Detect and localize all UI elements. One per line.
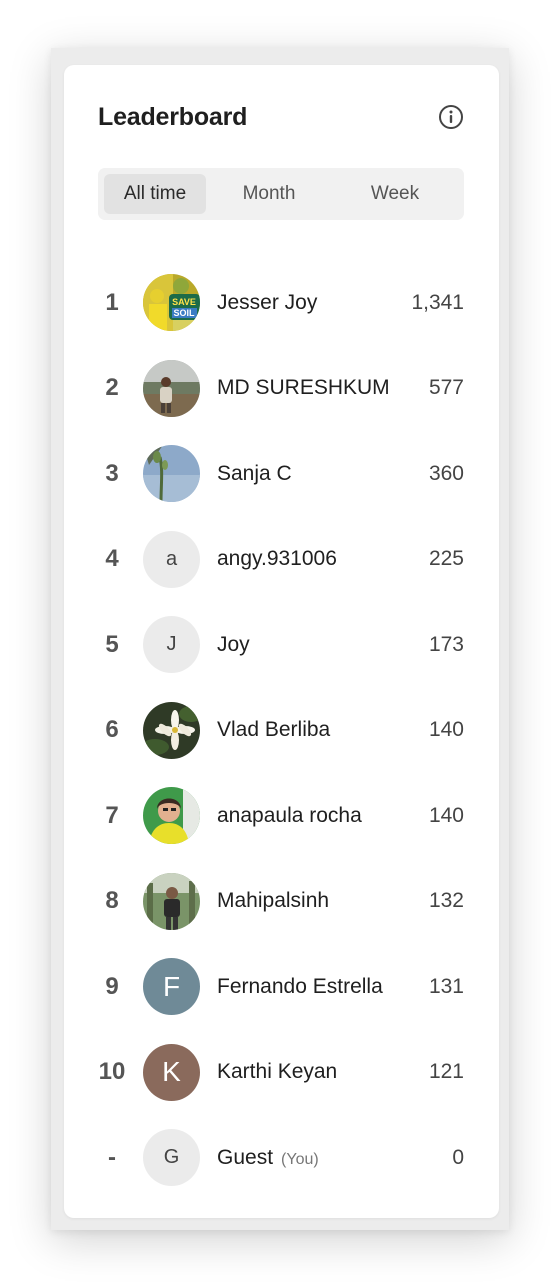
rank-number: 4 [105,545,119,573]
leaderboard-title: Leaderboard [98,102,248,131]
player-name: Joy [217,632,250,656]
tab-month[interactable]: Month [206,174,332,214]
leaderboard-row[interactable]: 8 Mahipalsinh 132 [98,859,464,945]
leaderboard-row[interactable]: 6 Vlad Berliba 140 [98,688,464,774]
rank-number: 9 [105,972,119,1000]
leaderboard-row[interactable]: 4 a angy.931006 225 [98,517,464,603]
avatar [143,872,200,930]
player-score: 0 [452,1145,464,1169]
avatar [143,359,200,417]
time-range-tabs: All time Month Week [98,168,464,220]
player-score: 140 [428,718,464,742]
leaderboard-row[interactable]: 5 J Joy 173 [98,602,464,688]
rank-number: 5 [105,630,119,658]
avatar: K [143,1043,200,1101]
leaderboard-row-current-user[interactable]: - G Guest (You) 0 [98,1115,464,1201]
player-name-wrapper: Guest (You) [217,1146,398,1170]
player-score: 173 [428,632,464,656]
rank-number: 10 [98,1058,126,1086]
rank-number: - [108,1143,116,1171]
tab-all-time[interactable]: All time [104,174,206,214]
leaderboard-row[interactable]: 9 F Fernando Estrella 131 [98,944,464,1030]
player-name: Jesser Joy [217,290,318,314]
rank-number: 2 [105,374,119,402]
player-name: anapaula rocha [217,803,362,827]
leaderboard-row[interactable]: 7 anapaula rocha 140 [98,773,464,859]
avatar [143,445,200,503]
avatar [143,701,200,759]
player-name: MD SURESHKUM [217,376,390,400]
avatar [143,787,200,845]
player-name: Fernando Estrella [217,974,383,998]
player-score: 131 [428,974,464,998]
player-score: 132 [428,889,464,913]
rank-number: 6 [105,716,119,744]
avatar: a [143,530,200,588]
rank-number: 3 [105,459,119,487]
you-label: (You) [281,1150,319,1168]
player-name: angy.931006 [217,547,337,571]
player-name: Sanja C [217,461,292,485]
player-name: Vlad Berliba [217,718,331,742]
avatar: SAVE SOIL [143,274,200,332]
tab-week[interactable]: Week [332,174,458,214]
info-icon [439,105,463,129]
player-score: 360 [428,461,464,485]
player-name: Karthi Keyan [217,1060,338,1084]
svg-text:SAVE: SAVE [172,297,196,307]
player-score: 577 [428,376,464,400]
avatar: G [143,1129,200,1187]
leaderboard-row[interactable]: 3 Sanja C 360 [98,431,464,517]
rank-number: 7 [105,801,119,829]
player-score: 225 [428,547,464,571]
player-score: 140 [428,803,464,827]
avatar: F [143,958,200,1016]
rank-number: 8 [105,887,119,915]
leaderboard-list: 1 SAVE SOIL Jesser Joy 1,341 2 MD SURESH… [98,260,464,1201]
rank-number: 1 [105,288,119,316]
leaderboard-row[interactable]: 2 MD SURESHKUM 577 [98,346,464,432]
leaderboard-row[interactable]: 10 K Karthi Keyan 121 [98,1030,464,1116]
info-button[interactable] [438,104,464,130]
avatar: J [143,616,200,674]
player-score: 1,341 [411,290,464,314]
leaderboard-row[interactable]: 1 SAVE SOIL Jesser Joy 1,341 [98,260,464,346]
player-score: 121 [428,1060,464,1084]
svg-text:SOIL: SOIL [173,308,195,318]
leaderboard-card: Leaderboard All time Month Week 1 SAVE S… [64,65,499,1218]
player-name: Guest [217,1145,274,1169]
player-name: Mahipalsinh [217,889,330,913]
leaderboard-header: Leaderboard [98,101,464,133]
